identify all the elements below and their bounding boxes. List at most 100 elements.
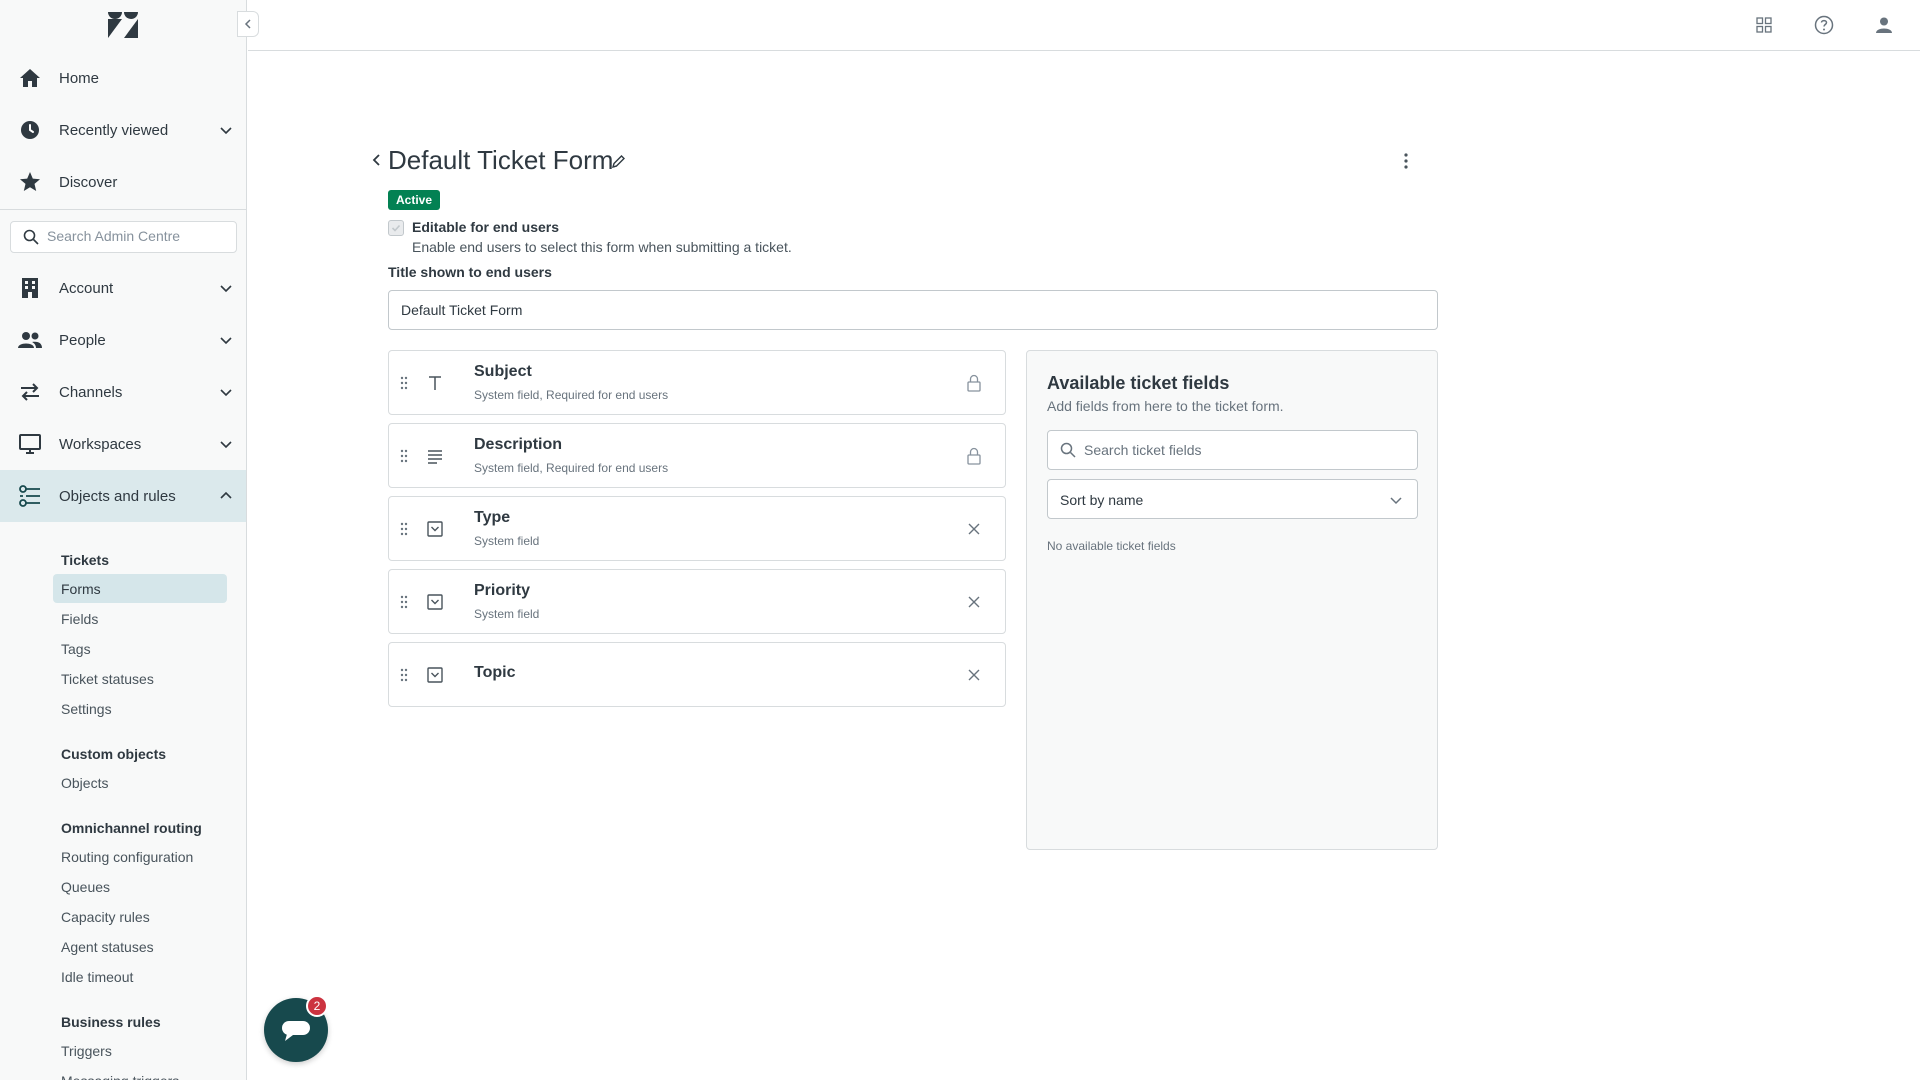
editable-checkbox[interactable] xyxy=(388,220,404,236)
nav-channels[interactable]: Channels xyxy=(0,366,246,418)
field-name: Subject xyxy=(474,363,532,380)
sort-dropdown[interactable]: Sort by name xyxy=(1047,479,1418,519)
ticket-fields-search-input[interactable] xyxy=(1084,442,1404,458)
help-icon[interactable] xyxy=(1813,14,1835,36)
drag-handle-icon[interactable] xyxy=(399,375,409,391)
submenu-item-forms[interactable]: Forms xyxy=(53,574,227,603)
chevron-down-icon xyxy=(220,441,232,449)
chevron-down-icon xyxy=(220,337,232,345)
sidebar: Home Recently viewed Discover Account Pe… xyxy=(0,0,247,1080)
field-name: Priority xyxy=(474,582,531,599)
chevron-down-icon xyxy=(220,127,232,135)
submenu-item-triggers[interactable]: Triggers xyxy=(53,1036,227,1065)
text-icon xyxy=(425,373,445,393)
back-chevron-icon[interactable] xyxy=(370,151,384,169)
chat-bubble-icon xyxy=(282,1021,310,1041)
form-field-card-subject[interactable]: Subject System field, Required for end u… xyxy=(388,350,1006,415)
remove-icon[interactable] xyxy=(964,665,984,685)
chevron-down-icon xyxy=(1390,497,1402,505)
pencil-icon[interactable] xyxy=(610,154,626,170)
nav-workspaces[interactable]: Workspaces xyxy=(0,418,246,470)
apps-icon[interactable] xyxy=(1753,14,1775,36)
dropdown-field-icon xyxy=(425,592,445,612)
chevron-left-icon xyxy=(244,19,251,29)
collapse-sidebar-button[interactable] xyxy=(237,11,259,37)
nav-home-label: Home xyxy=(59,69,100,87)
nav-workspaces-label: Workspaces xyxy=(59,435,142,453)
objects-icon xyxy=(18,484,42,508)
admin-search[interactable] xyxy=(10,221,237,253)
field-description: System field, Required for end users xyxy=(474,461,669,475)
form-field-card-priority[interactable]: Priority System field xyxy=(388,569,1006,634)
nav-account[interactable]: Account xyxy=(0,262,246,314)
field-description: System field xyxy=(474,607,540,621)
title-field-label: Title shown to end users xyxy=(388,264,552,280)
form-field-card-description[interactable]: Description System field, Required for e… xyxy=(388,423,1006,488)
top-bar xyxy=(248,0,1920,51)
star-icon xyxy=(18,170,42,194)
clock-icon xyxy=(18,118,42,142)
drag-handle-icon[interactable] xyxy=(399,521,409,537)
nav-objects-and-rules[interactable]: Objects and rules xyxy=(0,470,246,522)
nav-discover-label: Discover xyxy=(59,173,118,191)
zendesk-logo-icon[interactable] xyxy=(108,12,138,38)
nav-account-label: Account xyxy=(59,279,114,297)
drag-handle-icon[interactable] xyxy=(399,667,409,683)
chevron-down-icon xyxy=(220,285,232,293)
notification-badge: 2 xyxy=(306,995,328,1017)
submenu-item-messaging-triggers[interactable]: Messaging triggers xyxy=(53,1066,227,1080)
submenu-item-fields[interactable]: Fields xyxy=(53,604,227,633)
editable-label: Editable for end users xyxy=(412,219,560,235)
submenu-heading-custom-objects: Custom objects xyxy=(61,746,167,762)
title-shown-input[interactable] xyxy=(388,290,1438,330)
drag-handle-icon[interactable] xyxy=(399,448,409,464)
nav-objects-and-rules-label: Objects and rules xyxy=(59,487,176,505)
field-description: System field xyxy=(474,534,540,548)
submenu-item-settings[interactable]: Settings xyxy=(53,694,227,723)
nav-home[interactable]: Home xyxy=(0,52,246,104)
building-icon xyxy=(18,276,42,300)
chevron-up-icon xyxy=(220,491,232,499)
page-title: Default Ticket Form xyxy=(388,145,614,175)
remove-icon[interactable] xyxy=(964,519,984,539)
submenu-item-routing-configuration[interactable]: Routing configuration xyxy=(53,842,227,871)
submenu-item-tags[interactable]: Tags xyxy=(53,634,227,663)
nav-people[interactable]: People xyxy=(0,314,246,366)
form-field-card-topic[interactable]: Topic xyxy=(388,642,1006,707)
empty-state-text: No available ticket fields xyxy=(1047,539,1176,553)
submenu-item-agent-statuses[interactable]: Agent statuses xyxy=(53,932,227,961)
submenu-item-queues[interactable]: Queues xyxy=(53,872,227,901)
submenu-item-ticket-statuses[interactable]: Ticket statuses xyxy=(53,664,227,693)
editable-hint: Enable end users to select this form whe… xyxy=(412,239,792,255)
more-options-icon[interactable] xyxy=(1396,150,1416,172)
nav-discover[interactable]: Discover xyxy=(0,156,246,208)
dropdown-field-icon xyxy=(425,519,445,539)
field-name: Topic xyxy=(474,664,516,681)
field-description: System field, Required for end users xyxy=(474,388,669,402)
remove-icon[interactable] xyxy=(964,592,984,612)
sort-selected-value: Sort by name xyxy=(1060,492,1144,508)
dropdown-field-icon xyxy=(425,665,445,685)
nav-channels-label: Channels xyxy=(59,383,123,401)
admin-search-input[interactable] xyxy=(47,228,227,244)
ticket-fields-search[interactable] xyxy=(1047,430,1418,470)
nav-recently-viewed-label: Recently viewed xyxy=(59,121,169,139)
drag-handle-icon[interactable] xyxy=(399,594,409,610)
checkmark-icon xyxy=(391,224,401,232)
submenu-item-objects[interactable]: Objects xyxy=(53,768,227,797)
field-name: Type xyxy=(474,509,511,526)
submenu-item-idle-timeout[interactable]: Idle timeout xyxy=(53,962,227,991)
home-icon xyxy=(18,66,42,90)
submenu-item-capacity-rules[interactable]: Capacity rules xyxy=(53,902,227,931)
available-fields-title: Available ticket fields xyxy=(1047,373,1230,393)
form-field-card-type[interactable]: Type System field xyxy=(388,496,1006,561)
user-avatar-icon[interactable] xyxy=(1873,14,1895,36)
submenu-heading-tickets: Tickets xyxy=(61,552,109,568)
nav-people-label: People xyxy=(59,331,106,349)
chevron-down-icon xyxy=(220,389,232,397)
status-badge: Active xyxy=(388,190,441,210)
submenu-heading-omnichannel: Omnichannel routing xyxy=(61,820,202,836)
field-name: Description xyxy=(474,436,563,453)
nav-recently-viewed[interactable]: Recently viewed xyxy=(0,104,246,156)
people-icon xyxy=(18,328,42,352)
